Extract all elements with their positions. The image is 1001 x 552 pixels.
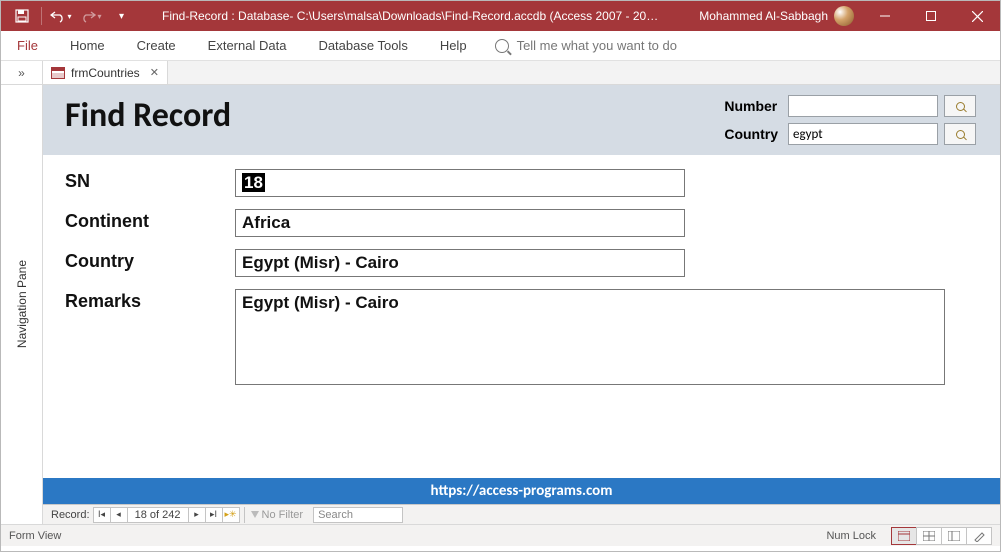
user-name: Mohammed Al-Sabbagh [699, 9, 828, 23]
country-field[interactable]: Egypt (Misr) - Cairo [235, 249, 685, 277]
minimize-button[interactable] [862, 1, 908, 31]
country-label: Country [65, 249, 235, 272]
tab-home[interactable]: Home [54, 31, 121, 61]
search-panel: Number Country [724, 95, 978, 145]
tell-me-placeholder: Tell me what you want to do [517, 38, 677, 53]
workspace: Navigation Pane Find Record Number Count… [1, 85, 1000, 524]
search-icon [956, 130, 965, 139]
navigation-pane-collapsed[interactable]: Navigation Pane [1, 85, 43, 524]
separator [41, 7, 42, 25]
status-numlock: Num Lock [826, 530, 876, 542]
search-country-input[interactable] [788, 123, 938, 145]
search-icon [956, 102, 965, 111]
maximize-button[interactable] [908, 1, 954, 31]
last-record-button[interactable]: ▸I [205, 507, 223, 523]
document-tab-row: » frmCountries ✕ [1, 61, 1000, 85]
form-title: Find Record [65, 95, 231, 136]
field-row-continent: Continent Africa [65, 209, 978, 237]
continent-label: Continent [65, 209, 235, 232]
navigation-pane-label: Navigation Pane [15, 260, 29, 348]
field-row-country: Country Egypt (Misr) - Cairo [65, 249, 978, 277]
tab-database-tools[interactable]: Database Tools [302, 31, 423, 61]
record-navigator: Record: I◂ ◂ 18 of 242 ▸ ▸I ▸✳ No Filter… [43, 504, 1000, 524]
datasheet-view-button[interactable] [916, 527, 942, 545]
tab-external-data[interactable]: External Data [192, 31, 303, 61]
filter-label: No Filter [262, 509, 304, 521]
form-body: SN 18 Continent Africa Country Egypt (Mi… [43, 155, 1000, 478]
quick-access-toolbar: ▾ ▾ ▾ [1, 4, 134, 28]
tab-create[interactable]: Create [121, 31, 192, 61]
tell-me-search[interactable]: Tell me what you want to do [495, 38, 677, 53]
close-icon[interactable]: ✕ [150, 66, 159, 79]
first-record-button[interactable]: I◂ [93, 507, 111, 523]
previous-record-button[interactable]: ◂ [110, 507, 128, 523]
avatar [834, 6, 854, 26]
ribbon-tabs: File Home Create External Data Database … [1, 31, 1000, 61]
continent-field[interactable]: Africa [235, 209, 685, 237]
close-button[interactable] [954, 1, 1000, 31]
footer-link[interactable]: https://access-programs.com [43, 478, 1000, 504]
field-row-sn: SN 18 [65, 169, 978, 197]
tab-file[interactable]: File [1, 31, 54, 61]
funnel-icon [251, 511, 259, 518]
search-country-button[interactable] [944, 123, 976, 145]
field-row-remarks: Remarks Egypt (Misr) - Cairo [65, 289, 978, 385]
tab-help[interactable]: Help [424, 31, 483, 61]
filter-indicator[interactable]: No Filter [244, 507, 310, 523]
layout-view-button[interactable] [941, 527, 967, 545]
window-title: Find-Record : Database- C:\Users\malsa\D… [134, 9, 691, 23]
qat-customize[interactable]: ▾ [108, 4, 134, 28]
save-button[interactable] [9, 4, 35, 28]
window-controls [862, 1, 1000, 31]
design-view-button[interactable] [966, 527, 992, 545]
search-number-button[interactable] [944, 95, 976, 117]
status-view-mode: Form View [9, 530, 61, 542]
sn-field[interactable]: 18 [235, 169, 685, 197]
form-area: Find Record Number Country SN 18 Contine… [43, 85, 1000, 524]
search-icon [495, 39, 509, 53]
view-switcher [892, 527, 992, 545]
search-number-label: Number [724, 98, 782, 114]
redo-button[interactable]: ▾ [78, 4, 104, 28]
undo-button[interactable]: ▾ [48, 4, 74, 28]
remarks-field[interactable]: Egypt (Misr) - Cairo [235, 289, 945, 385]
sn-value: 18 [242, 173, 265, 192]
form-header: Find Record Number Country [43, 85, 1000, 155]
record-label: Record: [47, 509, 94, 521]
title-bar: ▾ ▾ ▾ Find-Record : Database- C:\Users\m… [1, 1, 1000, 31]
form-view-button[interactable] [891, 527, 917, 545]
next-record-button[interactable]: ▸ [188, 507, 206, 523]
user-account[interactable]: Mohammed Al-Sabbagh [691, 6, 862, 26]
new-record-button[interactable]: ▸✳ [222, 507, 240, 523]
document-tab-frmcountries[interactable]: frmCountries ✕ [43, 61, 168, 84]
status-bar: Form View Num Lock [1, 524, 1000, 546]
remarks-label: Remarks [65, 289, 235, 312]
search-country-label: Country [724, 126, 782, 142]
document-tab-label: frmCountries [71, 66, 140, 80]
form-icon [51, 67, 65, 79]
record-position[interactable]: 18 of 242 [127, 507, 189, 523]
sn-label: SN [65, 169, 235, 192]
navpane-toggle[interactable]: » [1, 61, 43, 84]
record-search-input[interactable]: Search [313, 507, 403, 523]
search-number-input[interactable] [788, 95, 938, 117]
